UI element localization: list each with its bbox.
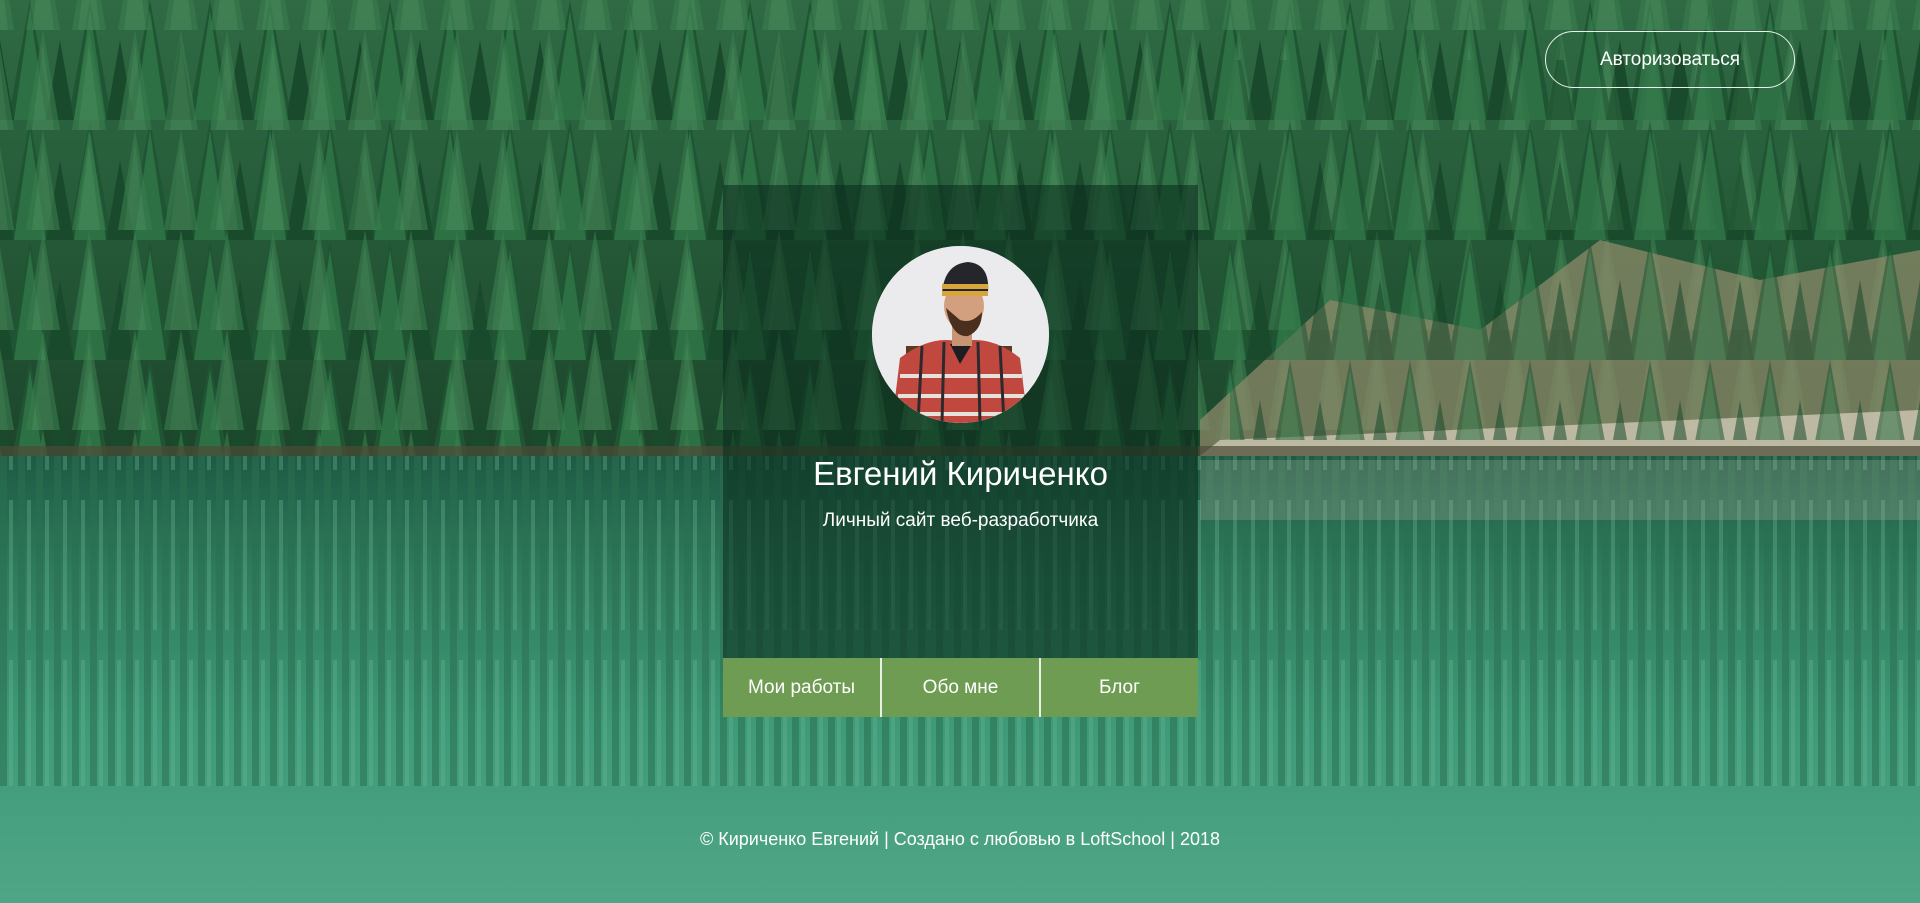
footer-copyright: © Кириченко Евгений | Создано с любовью … xyxy=(699,829,1220,849)
nav-about-button[interactable]: Обо мне xyxy=(880,658,1039,717)
profile-name: Евгений Кириченко xyxy=(813,455,1108,492)
main-nav: Мои работы Обо мне Блог xyxy=(723,658,1198,717)
nav-blog-button[interactable]: Блог xyxy=(1039,658,1198,717)
profile-subtitle: Личный сайт веб-разработчика xyxy=(822,510,1099,531)
avatar xyxy=(872,246,1049,423)
nav-my-works-button[interactable]: Мои работы xyxy=(723,658,880,717)
avatar-photo xyxy=(872,246,1049,423)
profile-card: Евгений Кириченко Личный сайт веб-разраб… xyxy=(723,185,1198,658)
page: Авторизоваться Евгений Кириченко Личный … xyxy=(0,0,1920,903)
login-button[interactable]: Авторизоваться xyxy=(1545,31,1795,88)
